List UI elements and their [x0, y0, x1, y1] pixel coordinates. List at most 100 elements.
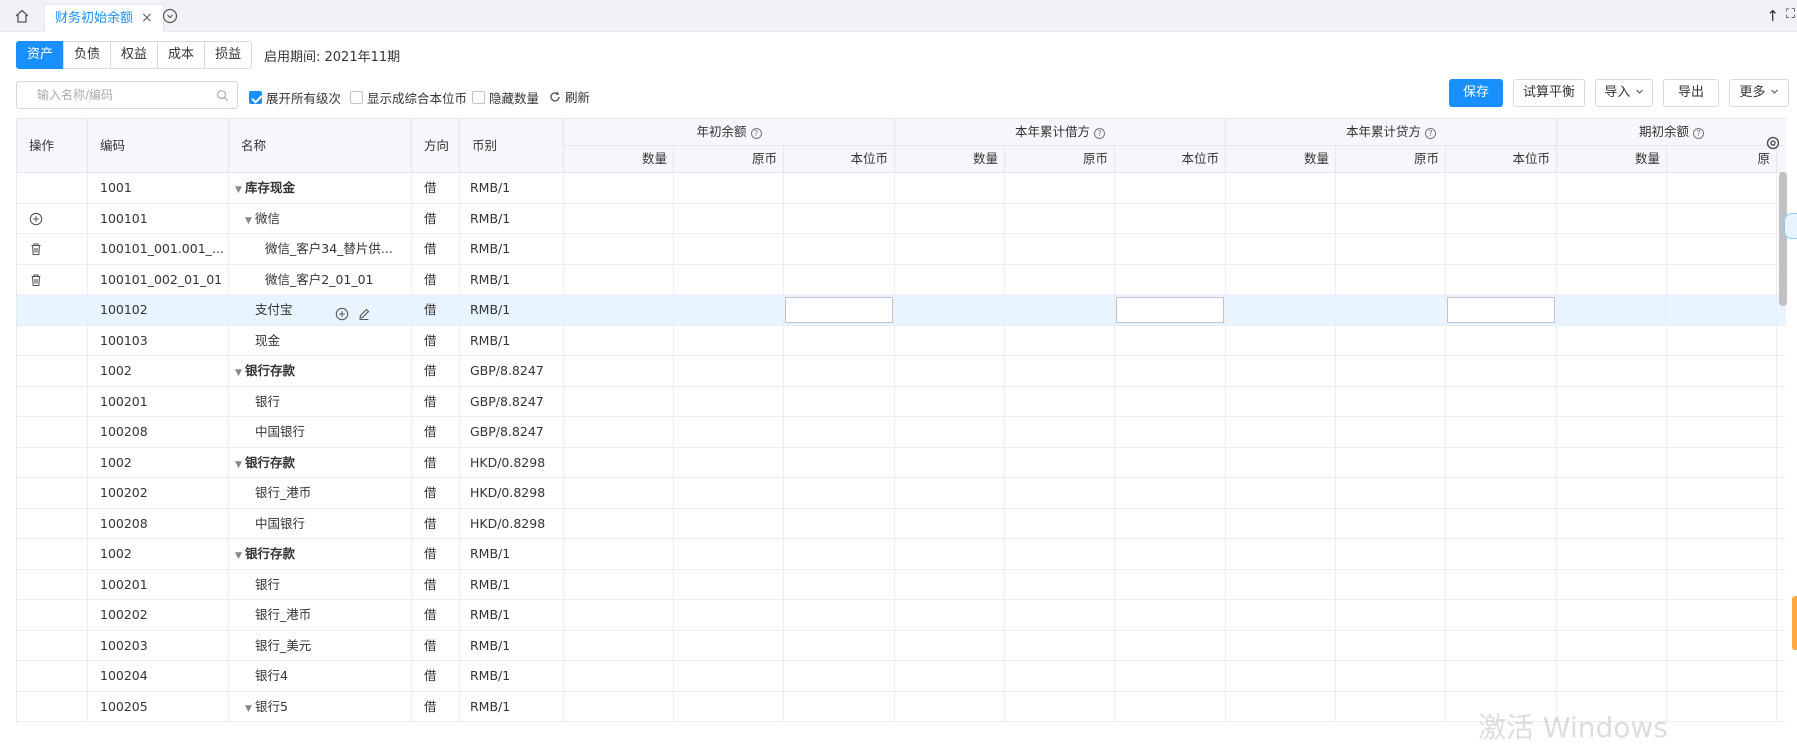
amount-cell[interactable] — [674, 600, 784, 630]
help-icon[interactable]: ? — [1693, 128, 1704, 139]
expand-caret-icon[interactable]: ▼ — [235, 450, 245, 478]
category-profit-loss-button[interactable]: 损益 — [204, 41, 253, 69]
amount-cell[interactable] — [784, 234, 895, 264]
expand-caret-icon[interactable]: ▼ — [245, 694, 255, 722]
table-row[interactable]: 100102 支付宝 借 RMB/1 — [17, 295, 1786, 326]
amount-cell[interactable] — [1005, 264, 1115, 295]
amount-cell[interactable] — [1005, 478, 1115, 508]
amount-cell[interactable] — [1005, 295, 1115, 325]
table-row[interactable]: 100208 中国银行 借 HKD/0.8298 — [17, 508, 1786, 539]
amount-cell[interactable] — [895, 417, 1005, 447]
amount-cell[interactable] — [1557, 417, 1667, 447]
amount-cell[interactable] — [674, 173, 784, 203]
table-row[interactable]: 100202 银行_港币 借 RMB/1 — [17, 600, 1786, 631]
amount-cell[interactable] — [1667, 234, 1777, 264]
amount-cell[interactable] — [1005, 417, 1115, 447]
amount-cell[interactable] — [1226, 386, 1336, 417]
expand-all-checkbox[interactable]: 展开所有级次 — [249, 88, 341, 107]
help-icon[interactable]: ? — [1094, 128, 1105, 139]
amount-cell[interactable] — [1446, 508, 1557, 539]
amount-cell[interactable] — [1005, 539, 1115, 569]
amount-cell[interactable] — [674, 203, 784, 234]
amount-cell[interactable] — [1446, 661, 1557, 691]
amount-cell[interactable] — [1557, 295, 1667, 325]
show-combined-currency-checkbox[interactable]: 显示成综合本位币 — [350, 88, 467, 107]
tab-close-icon[interactable]: × — [141, 10, 153, 26]
amount-cell[interactable] — [1557, 173, 1667, 203]
amount-cell[interactable] — [1667, 356, 1777, 386]
expand-caret-icon[interactable]: ▼ — [235, 541, 245, 569]
amount-cell[interactable] — [895, 691, 1005, 722]
amount-cell[interactable] — [784, 600, 895, 630]
table-row[interactable]: 100103 现金 借 RMB/1 — [17, 325, 1786, 356]
amount-cell[interactable] — [564, 295, 674, 325]
home-icon[interactable] — [14, 8, 30, 24]
amount-cell[interactable] — [674, 234, 784, 264]
amount-cell[interactable] — [564, 630, 674, 661]
amount-cell[interactable] — [1446, 417, 1557, 447]
amount-cell[interactable] — [1557, 325, 1667, 356]
amount-cell[interactable] — [1115, 234, 1226, 264]
amount-cell[interactable] — [674, 478, 784, 508]
amount-cell[interactable] — [674, 417, 784, 447]
amount-cell[interactable] — [564, 569, 674, 600]
amount-cell[interactable] — [1336, 325, 1446, 356]
amount-cell[interactable] — [1557, 203, 1667, 234]
amount-cell[interactable] — [784, 295, 895, 325]
amount-cell[interactable] — [784, 264, 895, 295]
amount-cell[interactable] — [784, 630, 895, 661]
table-row[interactable]: 1002 ▼ 银行存款借 RMB/1 — [17, 539, 1786, 570]
amount-cell[interactable] — [1226, 630, 1336, 661]
table-row[interactable]: 100208 中国银行 借 GBP/8.8247 — [17, 417, 1786, 448]
amount-cell[interactable] — [674, 325, 784, 356]
amount-cell[interactable] — [1667, 173, 1777, 203]
save-button[interactable]: 保存 — [1449, 79, 1503, 107]
amount-cell[interactable] — [1115, 600, 1226, 630]
amount-cell[interactable] — [674, 356, 784, 386]
amount-cell[interactable] — [1667, 386, 1777, 417]
expand-caret-icon[interactable]: ▼ — [235, 358, 245, 386]
amount-cell[interactable] — [674, 264, 784, 295]
amount-cell[interactable] — [564, 661, 674, 691]
amount-cell[interactable] — [564, 356, 674, 386]
amount-input[interactable] — [1447, 297, 1555, 323]
import-dropdown-button[interactable]: 导入 — [1595, 79, 1653, 107]
amount-cell[interactable] — [1115, 691, 1226, 722]
amount-cell[interactable] — [895, 295, 1005, 325]
amount-cell[interactable] — [1005, 356, 1115, 386]
amount-cell[interactable] — [895, 356, 1005, 386]
amount-cell[interactable] — [564, 417, 674, 447]
amount-cell[interactable] — [1005, 234, 1115, 264]
amount-cell[interactable] — [1557, 447, 1667, 478]
table-row[interactable]: 1002 ▼ 银行存款借 GBP/8.8247 — [17, 356, 1786, 387]
amount-cell[interactable] — [1226, 203, 1336, 234]
amount-cell[interactable] — [1115, 661, 1226, 691]
category-assets-button[interactable]: 资产 — [16, 41, 65, 69]
amount-cell[interactable] — [1115, 264, 1226, 295]
amount-cell[interactable] — [1336, 569, 1446, 600]
amount-cell[interactable] — [1005, 386, 1115, 417]
amount-cell[interactable] — [1005, 173, 1115, 203]
amount-cell[interactable] — [895, 264, 1005, 295]
amount-cell[interactable] — [1115, 325, 1226, 356]
amount-cell[interactable] — [564, 264, 674, 295]
amount-cell[interactable] — [784, 325, 895, 356]
amount-cell[interactable] — [1557, 356, 1667, 386]
amount-cell[interactable] — [1115, 173, 1226, 203]
table-row[interactable]: 100203 银行_美元 借 RMB/1 — [17, 630, 1786, 661]
amount-cell[interactable] — [895, 478, 1005, 508]
amount-cell[interactable] — [1446, 264, 1557, 295]
amount-cell[interactable] — [1226, 569, 1336, 600]
amount-cell[interactable] — [1226, 661, 1336, 691]
amount-cell[interactable] — [784, 478, 895, 508]
amount-cell[interactable] — [1557, 386, 1667, 417]
amount-cell[interactable] — [674, 691, 784, 722]
amount-cell[interactable] — [895, 173, 1005, 203]
amount-cell[interactable] — [1336, 539, 1446, 569]
amount-cell[interactable] — [784, 569, 895, 600]
amount-cell[interactable] — [1667, 661, 1777, 691]
amount-cell[interactable] — [1336, 691, 1446, 722]
amount-cell[interactable] — [1557, 478, 1667, 508]
amount-cell[interactable] — [784, 417, 895, 447]
amount-cell[interactable] — [895, 447, 1005, 478]
